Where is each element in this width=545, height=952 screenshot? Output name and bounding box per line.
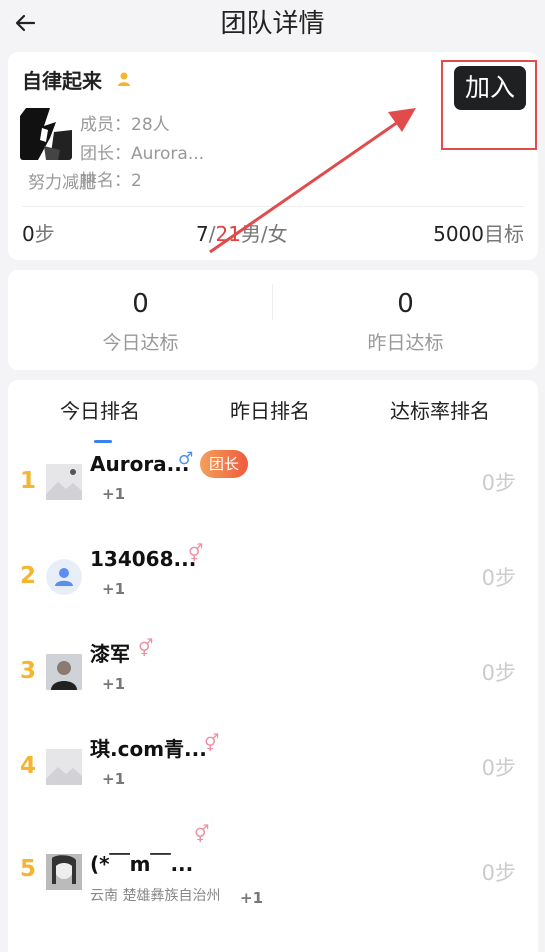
today-achievement-label: 今日达标 <box>102 332 179 354</box>
leader-badge: 团长 <box>200 450 248 478</box>
leader-name: 团长：Aurora... <box>80 144 205 164</box>
target-label: 目标 <box>484 222 524 246</box>
male-icon: ♂ <box>178 449 194 469</box>
team-slogan: 努力减肥 <box>28 173 96 193</box>
ranking-row[interactable]: 1 Aurora... ♂ 团长 +1 0步 <box>8 450 538 530</box>
ranking-row[interactable]: 2 134068... ⚥ +1 0步 <box>8 545 538 625</box>
step-count: 0步 <box>481 566 516 590</box>
ranking-tabs: 今日排名 昨日排名 达标率排名 <box>8 394 538 443</box>
team-name: 自律起来 <box>22 69 102 93</box>
gender-label: 男/女 <box>240 222 288 246</box>
crown-icon <box>118 72 130 86</box>
step-count: 0步 <box>481 661 516 685</box>
step-count: 0步 <box>481 756 516 780</box>
tab-today-ranking[interactable]: 今日排名 <box>60 394 140 428</box>
like-count[interactable]: +1 <box>240 888 263 908</box>
avatar <box>46 854 82 890</box>
tab-rate-ranking[interactable]: 达标率排名 <box>390 394 490 428</box>
yesterday-achievement: 0 昨日达标 <box>273 284 538 358</box>
member-name: (*￣m￣... <box>90 852 194 876</box>
ranking-row[interactable]: 5 (*￣m￣... ⚥ 云南 楚雄彝族自治州 +1 0步 <box>8 826 538 930</box>
member-name: 琪.com青... <box>90 737 207 761</box>
step-count: 0步 <box>481 861 516 885</box>
active-tab-indicator <box>94 440 112 443</box>
rank-number: 5 <box>20 856 37 882</box>
rank-number: 4 <box>20 753 37 779</box>
female-icon: ⚥ <box>138 639 154 659</box>
member-location: 云南 楚雄彝族自治州 <box>90 888 221 904</box>
achievement-card: 0 今日达标 0 昨日达标 <box>8 270 538 370</box>
divider <box>22 206 524 207</box>
female-count: 21 <box>215 222 241 246</box>
members-count: 成员：28人 <box>80 115 170 135</box>
like-count[interactable]: +1 <box>102 769 125 789</box>
today-achievement: 0 今日达标 <box>8 284 273 358</box>
ranking-row[interactable]: 3 漆军 ⚥ +1 0步 <box>8 640 538 720</box>
step-count: 0步 <box>481 471 516 495</box>
member-name: 漆军 <box>90 642 130 666</box>
team-steps-unit: 步 <box>34 222 55 246</box>
team-target: 5000目标 <box>433 220 524 248</box>
tab-yesterday-ranking[interactable]: 昨日排名 <box>230 394 310 428</box>
avatar <box>46 654 82 690</box>
team-avatar <box>20 108 72 160</box>
target-value: 5000 <box>433 222 484 246</box>
female-icon: ⚥ <box>204 734 220 754</box>
gender-ratio: 7/21男/女 <box>196 220 288 248</box>
ranking-row[interactable]: 4 琪.com青... ⚥ +1 0步 <box>8 735 538 815</box>
avatar <box>46 749 82 785</box>
avatar <box>46 464 82 500</box>
team-steps-value: 0 <box>22 222 35 246</box>
member-name: Aurora... <box>90 452 190 476</box>
rank-number: 3 <box>20 658 37 684</box>
yesterday-achievement-label: 昨日达标 <box>367 332 444 354</box>
page-title: 团队详情 <box>220 9 325 39</box>
annotation-highlight-box <box>441 60 537 150</box>
yesterday-achievement-value: 0 <box>397 289 414 319</box>
female-icon: ⚥ <box>188 544 204 564</box>
today-achievement-value: 0 <box>132 289 149 319</box>
rank-number: 2 <box>20 563 37 589</box>
like-count[interactable]: +1 <box>102 579 125 599</box>
ranking-card: 今日排名 昨日排名 达标率排名 1 Aurora... ♂ 团长 +1 0步 2… <box>8 380 538 952</box>
female-icon: ⚥ <box>194 825 210 845</box>
like-count[interactable]: +1 <box>102 484 125 504</box>
member-name: 134068... <box>90 547 197 571</box>
top-bar: 团队详情 <box>0 0 545 50</box>
team-steps: 0步 <box>22 220 55 248</box>
like-count[interactable]: +1 <box>102 674 125 694</box>
rank-number: 1 <box>20 468 37 494</box>
avatar <box>46 559 82 595</box>
male-count: 7 <box>196 222 209 246</box>
